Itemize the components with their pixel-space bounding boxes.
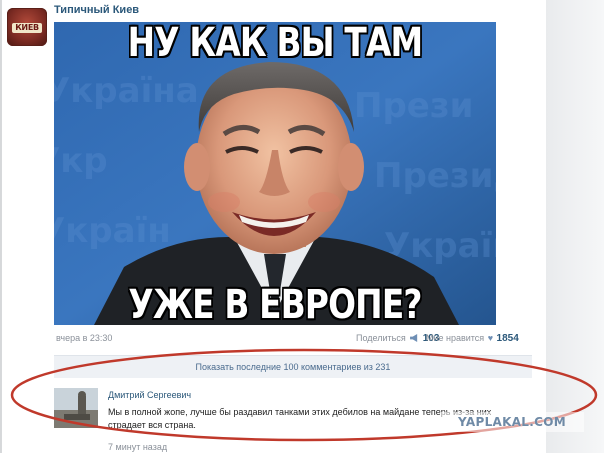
share-label: Поделиться [356, 333, 406, 343]
like-label: Мне нравится [426, 333, 485, 343]
svg-text:Укр: Укр [54, 141, 108, 181]
meme-photo: Україна Прези Укр Презид Україн Україн [54, 22, 496, 325]
meme-top-caption: НУ КАК ВЫ ТАМ [127, 22, 424, 66]
svg-text:Презид: Презид [374, 156, 496, 196]
svg-text:Україна: Україна [54, 71, 199, 111]
svg-text:Україн: Україн [54, 211, 171, 251]
statue-photo-icon [54, 388, 98, 428]
post-card: КИЕВ Типичный Киев Україна Прези кр През… [2, 0, 546, 453]
post-footer: вчера в 23:30 Поделиться 103 Мне нравитс… [54, 333, 532, 347]
comment-timestamp[interactable]: 7 минут назад [108, 442, 167, 452]
comment-author-link[interactable]: Дмитрий Сергеевич [108, 390, 191, 400]
heart-icon: ♥ [487, 333, 494, 343]
city-logo-icon: КИЕВ [12, 23, 42, 33]
svg-text:Прези: Прези [354, 86, 473, 126]
megaphone-icon [410, 334, 418, 342]
post-image[interactable]: Україна Прези Укр Презид Україн Україн [54, 22, 496, 325]
watermark: YAPLAKAL.COM [440, 412, 584, 432]
right-margin [546, 0, 604, 453]
meme-bottom-caption: УЖЕ В ЕВРОПЕ? [128, 282, 422, 325]
group-name-link[interactable]: Типичный Киев [54, 4, 139, 16]
post-timestamp[interactable]: вчера в 23:30 [56, 333, 112, 343]
like-count: 1854 [496, 333, 519, 344]
like-button[interactable]: Мне нравится ♥ 1854 [426, 333, 519, 344]
show-more-comments-button[interactable]: Показать последние 100 комментариев из 2… [54, 355, 532, 378]
comment-avatar[interactable] [54, 388, 98, 428]
group-avatar[interactable]: КИЕВ [7, 8, 47, 46]
